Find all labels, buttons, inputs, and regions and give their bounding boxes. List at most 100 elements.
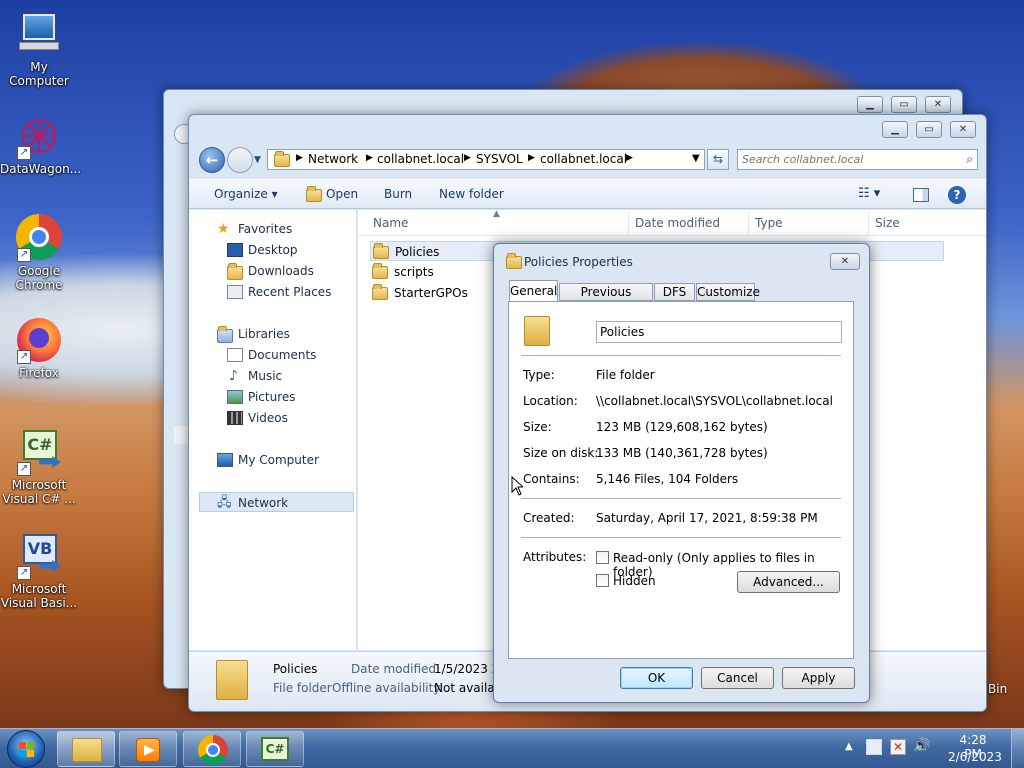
taskbar-visual-csharp[interactable]: C# [246, 731, 304, 767]
nav-favorites[interactable]: ★ Favorites [189, 219, 349, 239]
forward-button[interactable] [227, 147, 253, 173]
burn-button[interactable]: Burn [384, 187, 412, 201]
desktop-icon-firefox[interactable]: ↗ Firefox [0, 316, 78, 380]
maximize-icon[interactable]: ▭ [916, 121, 942, 138]
maximize-icon[interactable]: ▭ [891, 96, 917, 113]
minimize-icon[interactable]: ▁ [857, 96, 883, 113]
volume-icon[interactable]: 🔊 [913, 738, 930, 754]
breadcrumb-collabnet[interactable]: collabnet.local [540, 152, 627, 166]
desktop-icon-chrome[interactable]: ↗ Google Chrome [0, 214, 78, 292]
network-icon: 🖧 [217, 495, 232, 510]
folder-large-icon [524, 316, 550, 346]
nav-label: Libraries [238, 327, 290, 341]
nav-libraries[interactable]: Libraries [189, 324, 349, 344]
view-options-icon[interactable]: ☷ ▾ [858, 186, 880, 201]
advanced-button[interactable]: Advanced... [737, 571, 840, 593]
breadcrumb-sysvol[interactable]: SYSVOL [476, 152, 523, 166]
properties-dialog[interactable]: Policies Properties ✕ General Previous V… [493, 243, 870, 703]
nav-label: My Computer [238, 453, 319, 467]
nav-videos[interactable]: Videos [189, 408, 349, 428]
nav-label: Documents [248, 348, 317, 362]
open-folder-icon [306, 186, 322, 202]
search-input[interactable] [742, 152, 952, 167]
organize-button[interactable]: Organize ▾ [214, 187, 278, 201]
computer-icon [217, 453, 233, 467]
tab-customize[interactable]: Customize [696, 283, 760, 301]
address-dropdown-icon[interactable]: ▼ [692, 153, 700, 164]
open-button[interactable]: Open [326, 187, 358, 201]
nav-desktop[interactable]: Desktop [189, 240, 349, 260]
desktop-icon-label: Firefox [19, 366, 59, 380]
desktop-icon-my-computer[interactable]: My Computer [0, 10, 78, 88]
recycle-bin-label[interactable]: Bin [988, 682, 1007, 696]
search-icon[interactable]: ⌕ [966, 152, 973, 167]
hidden-checkbox[interactable] [596, 574, 609, 587]
size-on-disk-label: Size on disk: [523, 446, 599, 460]
contains-value: 5,146 Files, 104 Folders [596, 472, 739, 486]
details-name: Policies [273, 662, 318, 676]
readonly-checkbox[interactable] [596, 551, 609, 564]
show-desktop-button[interactable] [1011, 729, 1024, 768]
desktop-icon-visual-basic[interactable]: VB ↗ Microsoft Visual Basi... [0, 532, 78, 610]
help-icon[interactable]: ? [948, 186, 966, 204]
nav-documents[interactable]: Documents [189, 345, 349, 365]
new-folder-button[interactable]: New folder [439, 187, 504, 201]
cancel-button[interactable]: Cancel [701, 667, 774, 689]
breadcrumb-network[interactable]: Network [308, 152, 358, 166]
taskbar-media-player[interactable]: ▶ [119, 731, 177, 767]
desktop-icon-visual-csharp[interactable]: C# ↗ Microsoft Visual C# ... [0, 428, 78, 506]
nav-my-computer[interactable]: My Computer [189, 450, 349, 470]
minimize-icon[interactable]: ▁ [882, 121, 908, 138]
breadcrumb-domain[interactable]: collabnet.local [377, 152, 464, 166]
taskbar-chrome[interactable] [183, 731, 241, 767]
chevron-right-icon: ▶ [528, 153, 535, 163]
chevron-down-icon[interactable]: ▼ [254, 155, 261, 165]
music-icon: ♪ [229, 368, 238, 384]
nav-pictures[interactable]: Pictures [189, 387, 349, 407]
clock-date[interactable]: 2/6/2023 [948, 750, 1002, 764]
location-value: \\collabnet.local\SYSVOL\collabnet.local [596, 394, 833, 408]
details-offline-label: Offline availability: [332, 681, 444, 695]
desktop-icon-label: Google Chrome [15, 264, 63, 292]
column-size[interactable]: Size [875, 216, 900, 230]
location-label: Location: [523, 394, 578, 408]
nav-label: Videos [248, 411, 288, 425]
column-name[interactable]: Name [373, 216, 408, 230]
tab-previous-versions[interactable]: Previous Versions [559, 283, 653, 315]
attributes-label: Attributes: [523, 550, 587, 564]
search-box[interactable]: ⌕ [737, 149, 978, 170]
column-date-modified[interactable]: Date modified [635, 216, 720, 230]
close-icon[interactable]: ✕ [950, 121, 976, 138]
close-icon[interactable]: ✕ [925, 96, 951, 113]
column-type[interactable]: Type [755, 216, 783, 230]
downloads-folder-icon [227, 263, 243, 280]
taskbar-explorer[interactable] [57, 731, 115, 767]
back-button[interactable]: ← [199, 147, 225, 173]
folder-icon [373, 243, 389, 259]
close-icon[interactable]: ✕ [830, 253, 860, 270]
preview-pane-icon[interactable] [913, 188, 929, 202]
file-name: Policies [395, 245, 440, 259]
tab-dfs[interactable]: DFS [654, 283, 695, 301]
start-button[interactable] [7, 730, 45, 768]
show-hidden-icons[interactable]: ▲ [845, 741, 853, 752]
desktop-icon-datawagon[interactable]: ↗ DataWagon... [0, 112, 81, 176]
nav-label: Desktop [248, 243, 298, 257]
folder-name-input[interactable] [596, 321, 842, 343]
nav-music[interactable]: ♪ Music [189, 366, 349, 386]
desktop-icon [227, 243, 243, 257]
star-icon: ★ [217, 221, 230, 237]
network-tray-icon[interactable] [866, 739, 882, 755]
nav-network[interactable]: 🖧 Network [199, 492, 354, 512]
mouse-cursor-icon [511, 476, 523, 496]
refresh-icon[interactable]: ⇆ [707, 149, 729, 170]
ok-button[interactable]: OK [620, 667, 693, 689]
separator [521, 537, 841, 538]
nav-recent-places[interactable]: Recent Places [189, 282, 349, 302]
action-center-icon[interactable]: ✕ [890, 739, 906, 755]
address-bar[interactable]: ▶ Network ▶ collabnet.local ▶ SYSVOL ▶ c… [267, 149, 705, 170]
chevron-right-icon: ▶ [464, 153, 471, 163]
tab-general[interactable]: General [509, 280, 558, 302]
nav-downloads[interactable]: Downloads [189, 261, 349, 281]
apply-button[interactable]: Apply [782, 667, 855, 689]
